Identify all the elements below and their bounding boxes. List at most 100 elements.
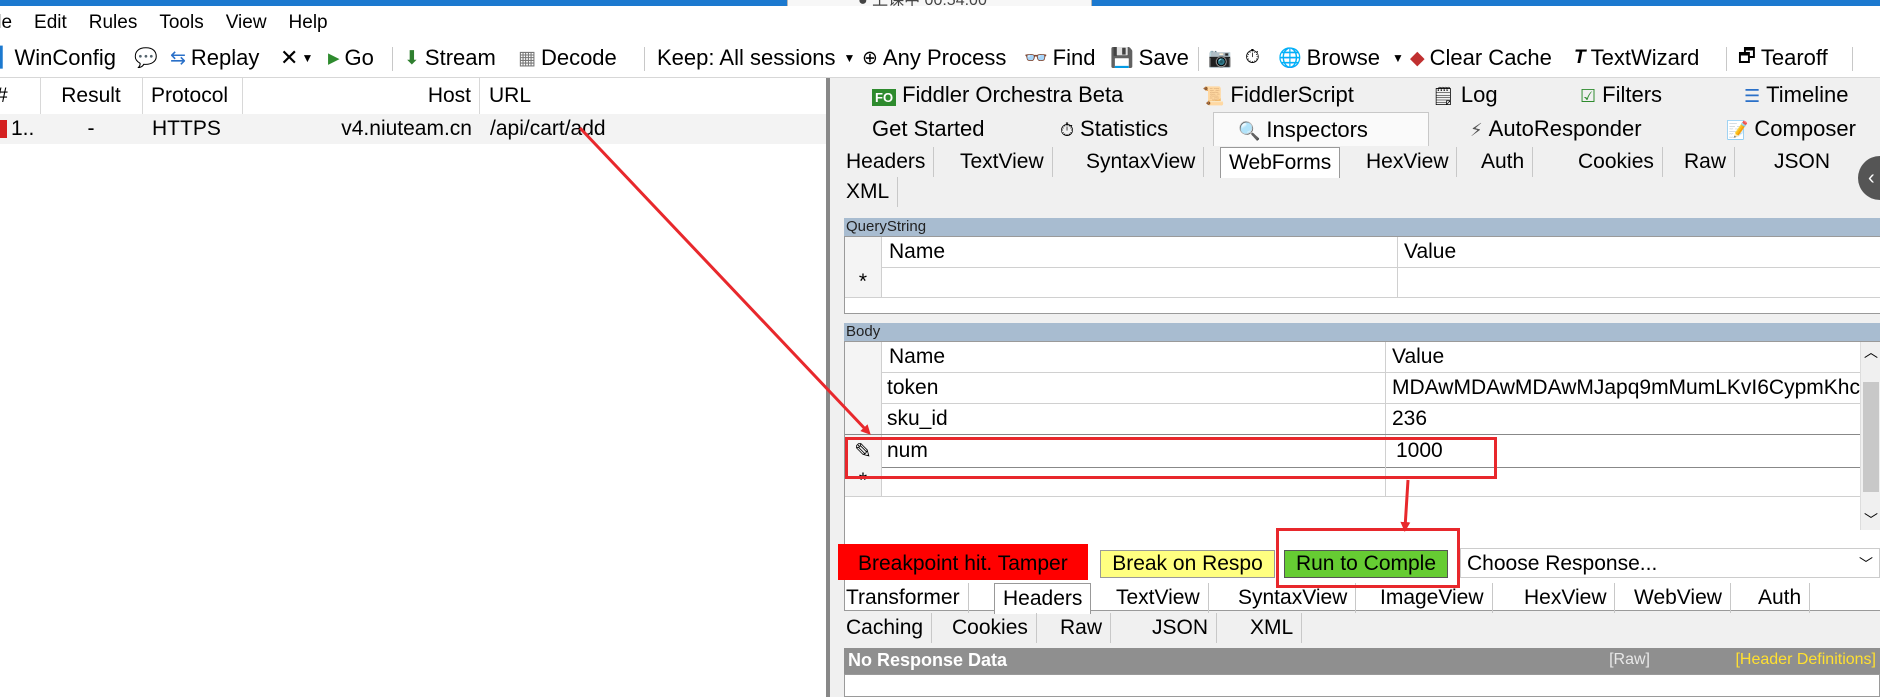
menu-view[interactable]: View	[215, 12, 278, 34]
tab-timeline[interactable]: ☰ Timeline	[1744, 78, 1848, 112]
body-row-name[interactable]: sku_id	[887, 403, 1377, 434]
scroll-up-icon[interactable]: ︿	[1861, 342, 1880, 362]
resp-tab-headers[interactable]: Headers	[994, 583, 1092, 614]
screenshot-button[interactable]: 📷	[1208, 43, 1237, 73]
browse-button[interactable]: 🌐 Browse ▼	[1278, 43, 1409, 73]
req-tab-xml[interactable]: XML	[838, 177, 899, 207]
menu-help[interactable]: Help	[278, 12, 339, 34]
col-host[interactable]: Host	[243, 78, 480, 114]
session-list: # Result Protocol Host URL 1.. - HTTPS v…	[0, 78, 826, 697]
remove-button[interactable]: ✕ ▼	[280, 43, 318, 73]
req-tab-syntaxview[interactable]: SyntaxView	[1078, 147, 1205, 177]
textwizard-button[interactable]: T TextWizard	[1574, 43, 1699, 73]
req-tab-cookies[interactable]: Cookies	[1570, 147, 1663, 177]
scroll-down-icon[interactable]: ﹀	[1861, 510, 1880, 530]
go-button[interactable]: ▶ Go	[328, 43, 374, 73]
tab-autoresponder[interactable]: ⚡ AutoResponder	[1470, 112, 1642, 146]
response-body	[844, 674, 1880, 697]
winconfig-button[interactable]: ▌WinConfig	[0, 43, 116, 73]
req-tab-json[interactable]: JSON	[1766, 147, 1838, 177]
keep-sessions-dropdown[interactable]: Keep: All sessions ▼	[657, 43, 860, 73]
replay-button[interactable]: ⇆ Replay	[170, 43, 259, 73]
resp-tab-xml[interactable]: XML	[1242, 613, 1303, 643]
resp-tab-caching[interactable]: Caching	[838, 613, 933, 643]
menu-edit[interactable]: Edit	[23, 12, 78, 34]
querystring-grid: Name Value *	[844, 236, 1880, 314]
tab-composer[interactable]: 📝 Composer	[1726, 112, 1856, 146]
resp-tab-json[interactable]: JSON	[1144, 613, 1218, 643]
req-tab-auth[interactable]: Auth	[1473, 147, 1534, 177]
resp-tab-textview[interactable]: TextView	[1108, 583, 1209, 613]
tab-statistics[interactable]: ⏱ Statistics	[1060, 112, 1168, 146]
querystring-label: QueryString	[844, 218, 1880, 236]
resp-tab-webview[interactable]: WebView	[1626, 583, 1731, 613]
break-on-response-button[interactable]: Break on Respo	[1100, 550, 1275, 578]
resp-tab-cookies[interactable]: Cookies	[944, 613, 1037, 643]
tab-fiddlerscript[interactable]: 📜 FiddlerScript	[1202, 78, 1354, 112]
col-result[interactable]: Result	[40, 78, 143, 114]
req-tab-textview[interactable]: TextView	[952, 147, 1053, 177]
save-button[interactable]: 💾 Save	[1110, 43, 1189, 73]
chevron-down-icon: ▼	[843, 51, 856, 65]
body-row-name[interactable]: token	[887, 372, 1377, 403]
body-row-value[interactable]: MDAwMDAwMDAwMJapq9mMumLKvI6CypmKhc	[1385, 372, 1864, 403]
toolbar-separator	[1198, 47, 1199, 71]
tab-filters[interactable]: ☑ Filters	[1580, 78, 1662, 112]
composer-icon: 📝	[1726, 120, 1749, 140]
body-scrollbar[interactable]: ︿ ﹀	[1860, 342, 1880, 530]
timer-button[interactable]: ⏱	[1245, 43, 1265, 73]
body-row-num[interactable]: ✎ num 1000	[845, 434, 1880, 468]
body-row-value-editing[interactable]: 1000	[1385, 435, 1868, 467]
body-row-sku-id[interactable]: sku_id 236	[845, 403, 1880, 435]
tab-log[interactable]: 🗒 Log	[1432, 78, 1498, 112]
stream-button[interactable]: ⬇ Stream	[404, 43, 496, 73]
col-number[interactable]: #	[0, 78, 41, 114]
body-col-value: Value	[1385, 342, 1862, 372]
body-new-row[interactable]: *	[845, 466, 1880, 497]
choose-response-dropdown[interactable]: Choose Response... ﹀	[1460, 548, 1880, 578]
top-tabs-row-1: FO Fiddler Orchestra Beta 📜 FiddlerScript …	[830, 78, 1880, 112]
tab-fiddler-orchestra[interactable]: FO Fiddler Orchestra Beta	[872, 78, 1123, 112]
timeline-icon: ☰	[1744, 86, 1761, 106]
find-button[interactable]: 👓 Find	[1024, 43, 1095, 73]
menu-rules[interactable]: Rules	[78, 12, 149, 34]
col-url[interactable]: URL	[481, 78, 826, 114]
any-process-button[interactable]: ⊕ Any Process	[862, 43, 1006, 73]
body-row-token[interactable]: token MDAwMDAwMDAwMJapq9mMumLKvI6CypmKhc	[845, 372, 1880, 404]
resp-tab-raw[interactable]: Raw	[1052, 613, 1112, 643]
tab-inspectors[interactable]: 🔍 Inspectors	[1213, 112, 1429, 146]
header-definitions-link[interactable]: [Header Definitions]	[1735, 651, 1876, 669]
clear-cache-icon: ◆	[1410, 47, 1425, 69]
comment-button[interactable]: 💬	[134, 43, 163, 73]
session-row[interactable]: 1.. - HTTPS v4.niuteam.cn /api/cart/add	[0, 114, 826, 144]
body-row-name[interactable]: num	[887, 435, 1377, 467]
req-tab-raw[interactable]: Raw	[1676, 147, 1736, 177]
session-protocol: HTTPS	[152, 117, 221, 140]
scroll-thumb[interactable]	[1863, 382, 1879, 492]
resp-tab-imageview[interactable]: ImageView	[1372, 583, 1493, 613]
resp-tab-syntaxview[interactable]: SyntaxView	[1230, 583, 1357, 613]
tab-get-started[interactable]: Get Started	[872, 112, 985, 146]
textwizard-icon: T	[1574, 47, 1586, 68]
querystring-new-row[interactable]: *	[845, 267, 1880, 298]
stopwatch-icon: ⏱	[1245, 47, 1260, 68]
menu-tools[interactable]: Tools	[148, 12, 214, 34]
remove-icon: ✕	[280, 45, 299, 70]
col-protocol[interactable]: Protocol	[143, 78, 243, 114]
decode-button[interactable]: ▦ Decode	[518, 43, 617, 73]
clear-cache-button[interactable]: ◆ Clear Cache	[1410, 43, 1552, 73]
body-row-value[interactable]: 236	[1385, 403, 1864, 434]
session-result: -	[87, 117, 95, 140]
req-tab-webforms[interactable]: WebForms	[1220, 147, 1341, 178]
menu-file[interactable]: ile	[0, 12, 23, 34]
tearoff-button[interactable]: 🗗 Tearoff	[1738, 43, 1828, 73]
resp-tab-transformer[interactable]: Transformer	[838, 583, 969, 613]
resp-tab-hexview[interactable]: HexView	[1516, 583, 1616, 613]
resp-tab-auth[interactable]: Auth	[1750, 583, 1811, 613]
run-to-completion-button[interactable]: Run to Comple	[1284, 550, 1448, 578]
raw-link[interactable]: [Raw]	[1609, 651, 1650, 669]
globe-icon: 🌐	[1278, 48, 1302, 69]
toolbar-separator	[1726, 47, 1727, 71]
req-tab-headers[interactable]: Headers	[838, 147, 935, 177]
req-tab-hexview[interactable]: HexView	[1358, 147, 1458, 177]
